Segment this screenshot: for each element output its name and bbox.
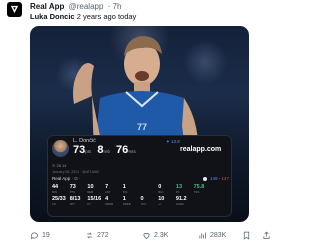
stat-cell: 25/33 FG [52,196,70,206]
stat-key: MIN [52,190,58,194]
stat-cell: 75.8 TS% [194,184,212,194]
stat-cell: 7 AST [105,184,123,194]
stat-cell: 44 MIN [52,184,70,194]
stat-cell [211,196,229,206]
post-time[interactable]: · 7h [108,2,122,11]
author-name[interactable]: Real App [30,2,64,11]
author-avatar[interactable] [7,2,22,17]
stat-cell: 1 DREB [123,196,141,206]
stat-cell [141,184,159,194]
stat-key: GMSC [175,202,185,206]
repost-icon [87,232,92,239]
stat-cell: 4 OREB [105,196,123,206]
box-score: Real App · G · 148 - 147 44 MIN 73 PTS 10 REB… [52,176,229,214]
game-score: 148 - 147 [202,176,229,181]
stat-cell: 91.2 GMSC [176,196,194,206]
ts-value: 76 [116,144,129,156]
stat-key: 3PT [69,202,75,206]
author-handle[interactable]: @realapp [69,2,104,11]
ts-label: %ts [128,149,136,154]
pts-label: pts [85,149,92,154]
views-count: 283K [210,232,227,239]
stat-cell [194,196,212,206]
reply-icon [30,232,38,240]
brand-url: realapp.com [180,146,222,153]
stat-key: STL [122,190,128,194]
rating-badge: ✦ 13.8 [166,139,180,144]
stat-key: TOV [140,202,147,206]
pts-value: 73 [73,144,86,156]
stat-cell: 10 REB [87,184,105,194]
like-button[interactable]: 2.3K [142,231,168,240]
box-score-title: Real App · G · [52,176,81,181]
box-score-tag: · G · [71,176,81,181]
heart-icon [143,233,150,239]
score-home: 148 [209,176,218,181]
bookmark-button[interactable] [242,231,251,240]
post-header: Real App @realapp · 7h [30,2,121,12]
stat-key: OREB [105,202,114,206]
post-media-image[interactable]: 77 L. Dončić 73pts 8reb 76%ts ✦ 13.8 rea… [30,26,249,222]
post-text-name: Luka Doncic [30,12,75,21]
stat-key: +/- [158,202,162,206]
stat-cell: 0 BLK [158,184,176,194]
post-text-rest: 2 years ago today [76,12,137,21]
reply-count: 19 [42,232,50,239]
player-headline-stats: 73pts 8reb 76%ts [73,144,139,156]
stat-cell: 13 PF [176,184,194,194]
share-icon [263,231,270,239]
views-button[interactable]: 283K [198,231,226,240]
stat-key: PTS [69,190,76,194]
stat-card-header: L. Dončić 73pts 8reb 76%ts ✦ 13.8 realap… [48,136,231,160]
stat-key: REB [87,190,94,194]
team-logo-icon [202,176,207,181]
like-count: 2.3K [154,232,169,239]
stat-key: FT [87,202,91,206]
bookmark-icon [243,231,250,240]
stat-key: DREB [122,202,131,206]
repost-button[interactable]: 272 [85,231,109,240]
views-chart-icon [199,232,206,239]
stat-cell: 10 +/- [158,196,176,206]
repost-count: 272 [97,232,109,239]
stat-cell: 1 STL [123,184,141,194]
reply-button[interactable]: 19 [30,231,50,240]
stat-key: BLK [158,190,164,194]
stats-row-2: 25/33 FG 8/13 3PT 15/16 FT 4 OREB 1 DREB 0 TOV 10 +/-… [52,196,229,206]
post-text: Luka Doncic 2 years ago today [30,12,136,22]
reb-label: reb [103,149,110,154]
svg-text:77: 77 [137,122,147,132]
stat-cell: 8/13 3PT [70,196,88,206]
card-meta: ⊙ 26.14 [52,163,67,168]
player-avatar [52,140,69,157]
stat-cell [211,184,229,194]
stat-key: FG [52,202,56,206]
share-button[interactable] [262,231,271,240]
stat-cell: 15/16 FT [87,196,105,206]
stat-key: TS% [193,190,200,194]
post-actions: 19 272 2.3K 283K [30,231,282,241]
score-away: 147 [221,176,229,181]
card-date: January 26, 2024 · @ATLMAV [52,170,100,174]
stat-cell: 0 TOV [141,196,159,206]
stat-card: L. Dončić 73pts 8reb 76%ts ✦ 13.8 realap… [47,135,232,217]
stat-cell: 73 PTS [70,184,88,194]
real-app-logo-icon [10,5,19,14]
stat-key: AST [105,190,111,194]
stat-key: PF [175,190,180,194]
box-score-label: Real App [52,176,71,181]
stats-row-1: 44 MIN 73 PTS 10 REB 7 AST 1 STL 0 BLK 13 PF 75.8 TS% [52,184,229,194]
